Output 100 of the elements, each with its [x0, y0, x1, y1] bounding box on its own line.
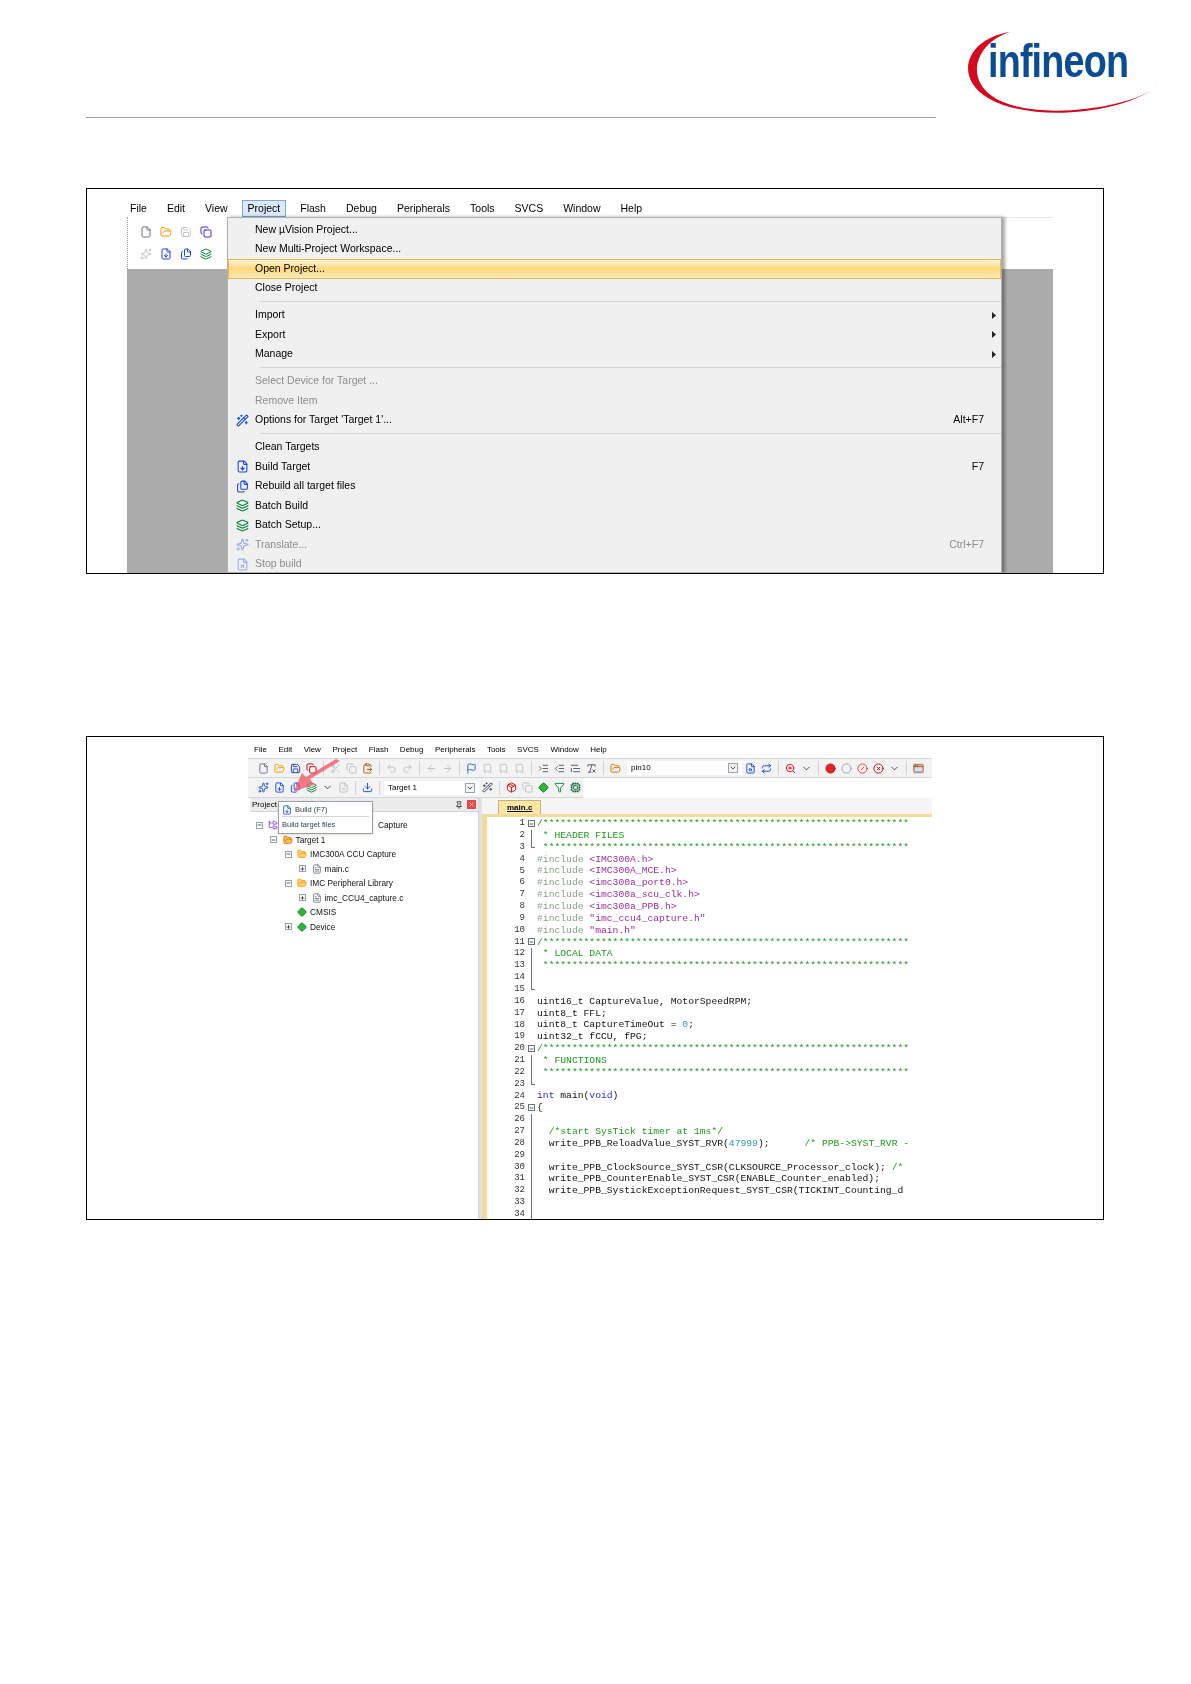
chip-icon[interactable]: [568, 780, 583, 795]
close-icon[interactable]: [467, 800, 476, 809]
collapse-icon[interactable]: [270, 836, 277, 844]
menu-bar-item[interactable]: Tools: [464, 199, 501, 217]
tree-item[interactable]: Target 1: [295, 833, 326, 846]
menu-item[interactable]: Close Project: [228, 278, 1001, 298]
menu-bar-item[interactable]: Flash: [294, 199, 332, 217]
configuration-select[interactable]: pin10: [627, 761, 742, 775]
menu-bar-item[interactable]: Project: [332, 744, 358, 756]
target-select[interactable]: Target 1: [384, 780, 479, 795]
menu-bar-item[interactable]: Help: [614, 199, 649, 217]
line-number: 5: [518, 864, 525, 878]
diamond-icon: [297, 921, 307, 932]
menu-bar-item[interactable]: File: [124, 199, 153, 217]
menu-item[interactable]: Manage: [228, 344, 1001, 364]
menu-bar-item[interactable]: Help: [590, 744, 607, 756]
menu-item[interactable]: New µVision Project...: [228, 220, 1001, 240]
file-search-icon[interactable]: [743, 760, 758, 776]
menu-bar-item[interactable]: File: [254, 744, 267, 756]
repeat-arrows-icon[interactable]: [759, 760, 774, 776]
menu-bar-item[interactable]: Flash: [368, 744, 389, 756]
menu-bar-item[interactable]: Tools: [486, 744, 506, 756]
menu-bar-item[interactable]: View: [199, 199, 234, 217]
file-arrow-icon[interactable]: [158, 246, 173, 262]
menu-bar-item[interactable]: Edit: [160, 199, 191, 217]
menu-item[interactable]: Batch Setup...: [228, 515, 1001, 535]
files-icon: [235, 479, 249, 493]
funnel-icon[interactable]: [552, 780, 567, 795]
download-icon[interactable]: [360, 780, 375, 795]
circle-slash-icon[interactable]: [855, 760, 870, 776]
layers-icon[interactable]: [198, 246, 213, 262]
fold-icon[interactable]: [527, 820, 535, 827]
circle-icon[interactable]: [839, 760, 854, 776]
diamond-icon[interactable]: [536, 780, 551, 795]
folder-icon: [297, 878, 307, 889]
menu-bar-item[interactable]: SVCS: [508, 199, 550, 217]
menu-item[interactable]: Export: [228, 325, 1001, 345]
package-icon[interactable]: [504, 780, 519, 795]
stacked-pages-icon[interactable]: [198, 224, 213, 240]
line-number: 32: [513, 1184, 525, 1198]
flag-icon[interactable]: [464, 760, 479, 776]
menu-bar-item[interactable]: Window: [550, 744, 579, 756]
menu-bar-item[interactable]: Debug: [399, 744, 424, 756]
code-line: ***************************************************************: [541, 961, 910, 971]
file-icon[interactable]: [138, 224, 153, 240]
line-number: 13: [513, 959, 525, 973]
code-line: /***************************************************************: [537, 1044, 910, 1054]
menu-item[interactable]: Open Project...: [228, 259, 1001, 279]
collapse-icon[interactable]: [255, 821, 263, 829]
menu-bar-item[interactable]: Peripherals: [390, 199, 457, 217]
file-arrow-icon[interactable]: [272, 780, 287, 795]
collapse-icon[interactable]: [284, 850, 292, 858]
menu-item[interactable]: Rebuild all target files: [228, 476, 1001, 496]
fold-icon[interactable]: [527, 1104, 535, 1112]
menu-item[interactable]: New Multi-Project Workspace...: [228, 239, 1001, 259]
circle-x-icon[interactable]: [871, 760, 886, 776]
menu-item[interactable]: Build Target F7: [228, 457, 1001, 477]
wand-icon[interactable]: [480, 780, 495, 795]
window-icon[interactable]: [911, 760, 926, 776]
menu-bar-item[interactable]: SVCS: [517, 744, 539, 756]
tree-item[interactable]: imc_CCU4_capture.c: [324, 891, 404, 904]
layers-icon[interactable]: [304, 780, 319, 795]
menu-item[interactable]: Clean Targets: [228, 437, 1001, 457]
tree-item[interactable]: CMSIS: [310, 906, 337, 919]
fold-icon[interactable]: [527, 938, 535, 946]
menu-item[interactable]: Batch Build: [228, 496, 1001, 516]
menu-bar-item[interactable]: Project: [241, 199, 287, 217]
folder-icon[interactable]: [158, 224, 173, 240]
menu-bar-item[interactable]: Peripherals: [434, 744, 476, 756]
tree-item[interactable]: main.c: [324, 862, 349, 875]
menu-bar-item[interactable]: Edit: [278, 744, 293, 756]
files-icon[interactable]: [178, 246, 193, 262]
clipboard-icon[interactable]: [360, 760, 375, 776]
file-icon[interactable]: [256, 760, 271, 776]
filled-circle-icon[interactable]: [823, 760, 838, 776]
code-line: /***************************************************************: [537, 937, 910, 948]
pin-icon[interactable]: [455, 800, 463, 809]
menu-item[interactable]: Options for Target 'Target 1'... Alt+F7: [228, 410, 1001, 430]
menu-item[interactable]: Import: [228, 305, 1001, 325]
tree-item[interactable]: IMC Peripheral Library: [310, 877, 393, 890]
menu-bar-item[interactable]: View: [303, 744, 321, 756]
line-number: 10: [513, 923, 525, 937]
expand-icon[interactable]: [299, 865, 306, 873]
editor-tab[interactable]: main.c: [498, 800, 542, 814]
expand-icon[interactable]: [284, 923, 292, 931]
sparkle-icon[interactable]: [256, 780, 271, 795]
submenu-arrow-icon: [992, 331, 996, 339]
code-line: #include <imc300a_port0.h>: [537, 878, 689, 888]
tree-item[interactable]: Device: [310, 920, 336, 933]
menu-bar-item[interactable]: Debug: [339, 199, 383, 217]
tree-item[interactable]: IMC300A CCU Capture: [310, 848, 397, 861]
expand-icon[interactable]: [299, 894, 306, 902]
tree-item[interactable]: Capture: [378, 819, 408, 832]
line-number: 30: [513, 1160, 525, 1174]
code-line: write_PPB_ClockSource_SYST_CSR(CLKSOURCE_Processor_clock); /*: [547, 1162, 904, 1173]
fold-icon[interactable]: [527, 1045, 535, 1053]
stacked-pages-icon[interactable]: [304, 760, 319, 776]
files-icon[interactable]: [288, 780, 303, 795]
collapse-icon[interactable]: [284, 879, 292, 887]
menu-bar-item[interactable]: Window: [557, 199, 607, 217]
